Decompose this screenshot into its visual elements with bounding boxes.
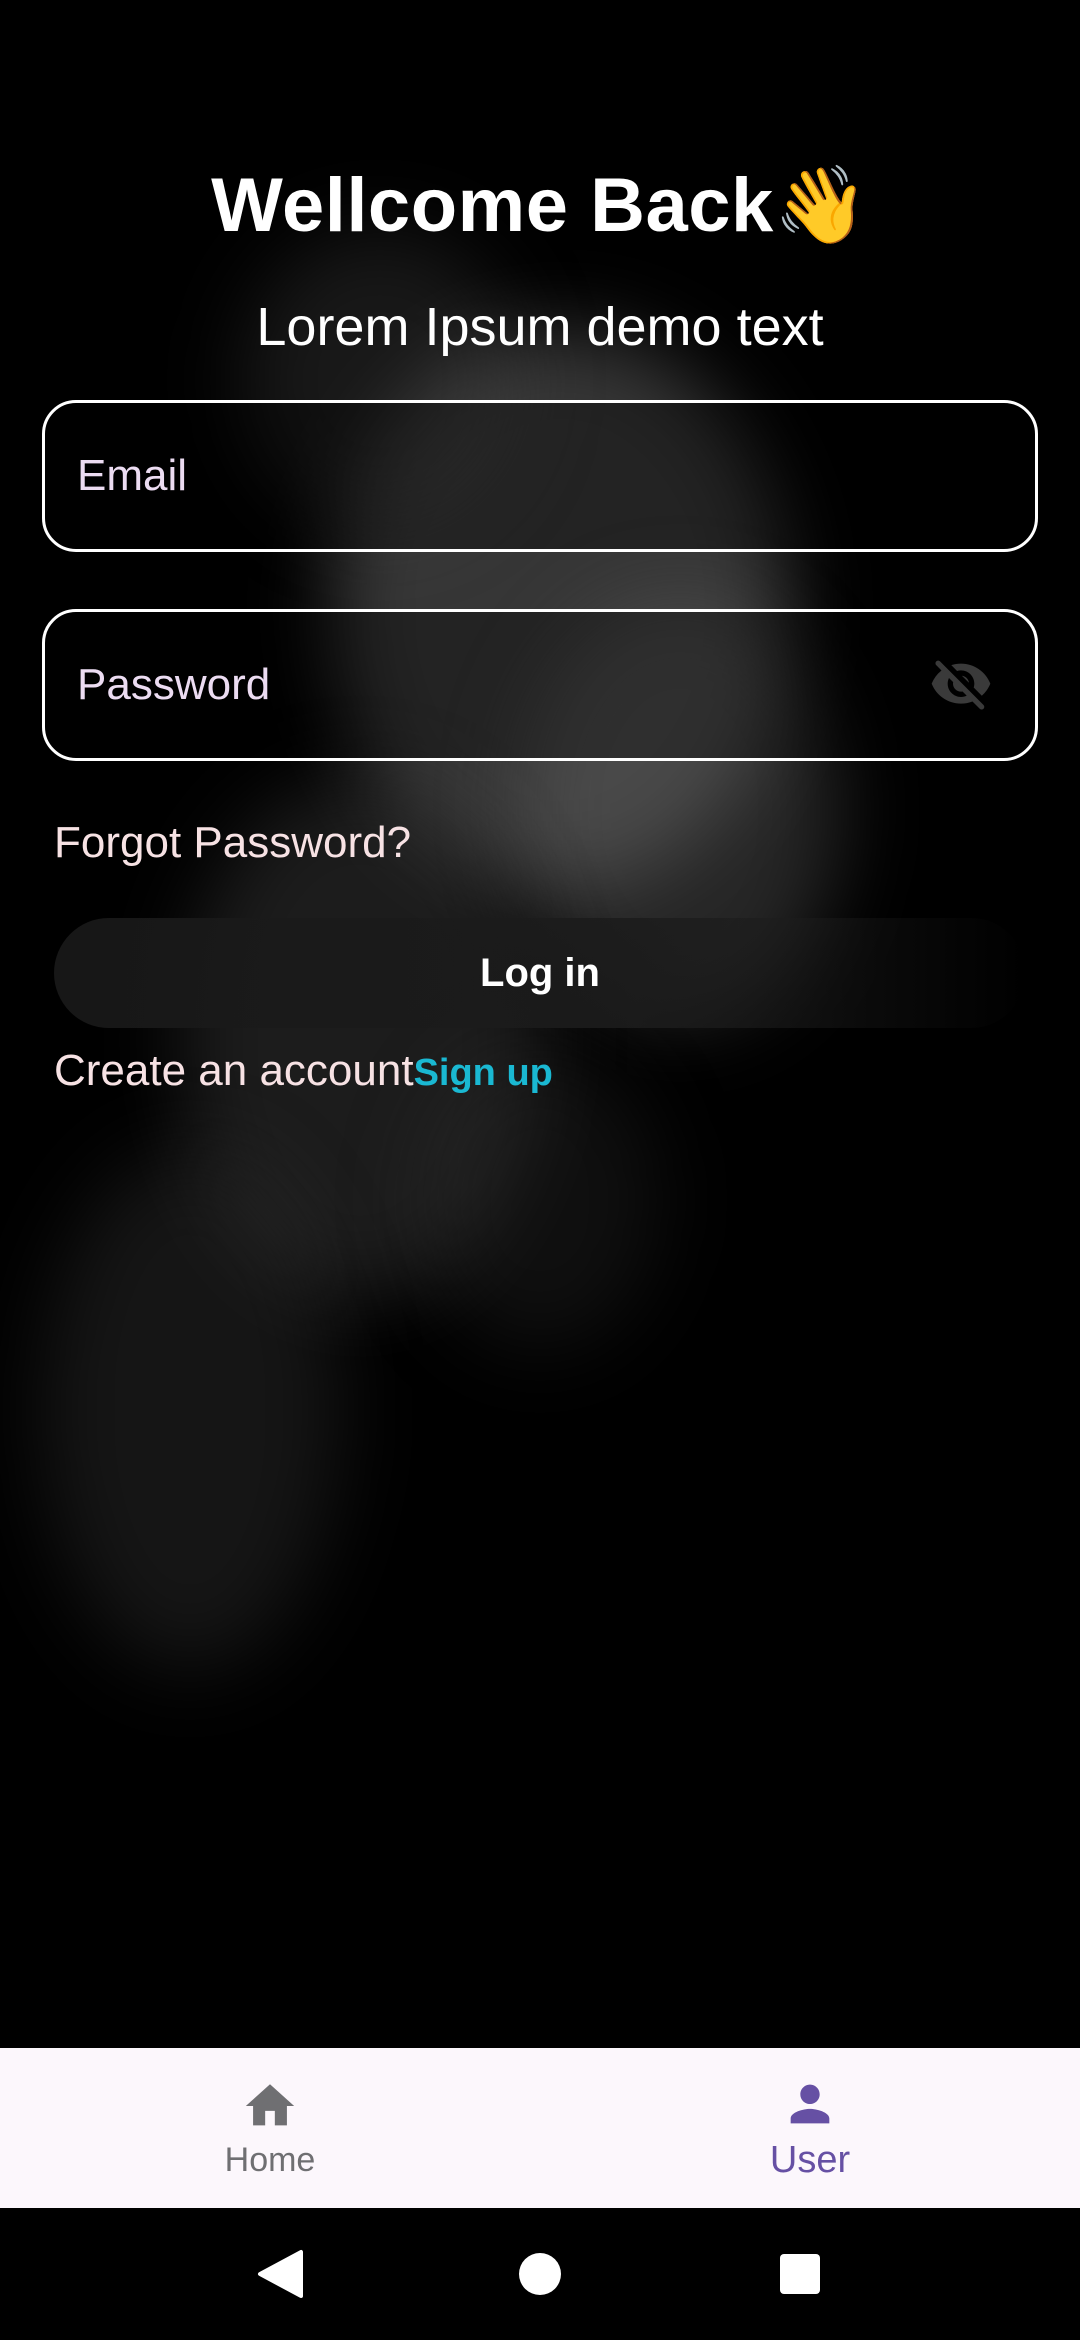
home-circle-icon[interactable] xyxy=(500,2234,580,2314)
signup-link[interactable]: Sign up xyxy=(414,1052,553,1095)
create-account-row: Create an account Sign up xyxy=(54,1046,553,1096)
waving-hand-icon: 👋 xyxy=(773,160,869,249)
back-triangle-icon[interactable] xyxy=(240,2234,320,2314)
nav-item-home-label: Home xyxy=(224,2140,316,2179)
page-subtitle: Lorem Ipsum demo text xyxy=(256,297,824,357)
bottom-navigation: Home User xyxy=(0,2048,1080,2208)
email-field[interactable] xyxy=(42,400,1038,552)
home-icon xyxy=(245,2083,295,2125)
eye-off-icon[interactable] xyxy=(925,649,997,721)
create-account-text: Create an account xyxy=(54,1046,414,1095)
system-navigation-bar xyxy=(0,2208,1080,2340)
title-text: Wellcome Back xyxy=(211,163,774,248)
password-input[interactable] xyxy=(77,660,925,710)
nav-item-user[interactable]: User xyxy=(540,2048,1080,2208)
page-title: Wellcome Back👋 xyxy=(0,160,1080,250)
person-icon xyxy=(790,2084,830,2123)
forgot-password-link[interactable]: Forgot Password? xyxy=(54,818,411,868)
nav-item-user-label: User xyxy=(769,2138,851,2181)
email-input[interactable] xyxy=(77,451,1003,501)
login-screen: Wellcome Back👋 Lorem Ipsum demo text For… xyxy=(0,0,1080,2048)
nav-item-home[interactable]: Home xyxy=(0,2048,540,2208)
login-button[interactable]: Log in xyxy=(54,918,1026,1028)
recents-square-icon[interactable] xyxy=(760,2234,840,2314)
password-field[interactable] xyxy=(42,609,1038,761)
